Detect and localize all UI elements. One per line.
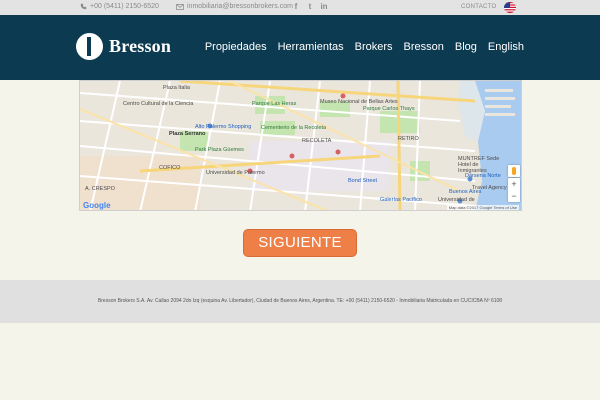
map-label: RETIRO	[398, 136, 419, 142]
map-label: Centro Cultural de la Ciencia	[123, 101, 194, 107]
nav-english[interactable]: English	[488, 41, 524, 53]
zoom-out-button[interactable]: −	[508, 190, 520, 202]
map-label: Plaza Italia	[163, 85, 190, 91]
nav-brokers[interactable]: Brokers	[355, 41, 393, 53]
map-label: Museo Nacional de Bellas Artes	[320, 99, 398, 105]
twitter-icon[interactable]: t	[306, 2, 314, 11]
nav-propiedades[interactable]: Propiedades	[205, 41, 267, 53]
site-footer: Bresson Brokers S.A. Av. Callao 2094 2do…	[0, 280, 600, 323]
map-label: Parque Carlos Thays	[363, 106, 415, 112]
zoom-controls: + −	[508, 178, 520, 202]
footer-address: Bresson Brokers S.A. Av. Callao 2094 2do…	[97, 298, 503, 304]
google-logo[interactable]: Google	[83, 201, 111, 210]
social-links: f t in	[292, 2, 328, 11]
street-view-pegman-icon[interactable]	[508, 165, 520, 177]
site-header: Bresson Propiedades Herramientas Brokers…	[0, 15, 600, 80]
map-label: Buenos Aires	[449, 189, 482, 195]
contact-link[interactable]: CONTACTO	[461, 4, 497, 10]
facebook-icon[interactable]: f	[292, 2, 300, 11]
phone-icon	[80, 3, 87, 10]
top-bar: +00 (5411) 2150-6520 inmobiliaria@bresso…	[0, 0, 600, 15]
map-label: A. CRESPO	[85, 186, 115, 192]
map-label: COFICO	[159, 165, 181, 171]
map-label: Parque Las Heras	[252, 101, 297, 107]
map-label: MUNTREF Sede Hotel de Inmigrantes	[458, 156, 500, 174]
brand-logo[interactable]: Bresson	[76, 33, 171, 60]
mail-icon	[176, 3, 184, 10]
map-label: Park Plaza Güemes	[195, 147, 244, 153]
nav-herramientas[interactable]: Herramientas	[278, 41, 344, 53]
phone-contact[interactable]: +00 (5411) 2150-6520	[80, 3, 159, 10]
email-address: inmobiliaria@bressonbrokers.com	[187, 3, 293, 10]
brand-name: Bresson	[109, 36, 172, 56]
map-label: Alto Palermo Shopping	[195, 124, 252, 130]
map-attribution[interactable]: Map data ©2017 Google Terms of Use	[446, 205, 519, 210]
nav-bresson[interactable]: Bresson	[404, 41, 444, 53]
map-label: Galerías Pacífico	[380, 197, 422, 203]
main-nav: Propiedades Herramientas Brokers Bresson…	[205, 41, 524, 53]
phone-number: +00 (5411) 2150-6520	[90, 3, 159, 10]
map-label: Cementerio de la Recoleta	[261, 125, 327, 131]
logo-icon	[76, 33, 103, 60]
map-label: Universidad de Palermo	[206, 170, 265, 176]
map-label: Dársena Norte	[465, 173, 501, 179]
linkedin-icon[interactable]: in	[320, 2, 328, 11]
email-contact[interactable]: inmobiliaria@bressonbrokers.com	[176, 3, 293, 10]
map-label: Bond Street	[348, 178, 378, 184]
map-label: Plaza Serrano	[169, 131, 206, 137]
zoom-in-button[interactable]: +	[508, 178, 520, 190]
us-flag-icon[interactable]	[504, 2, 516, 13]
location-map[interactable]: Plaza Italia Centro Cultural de la Cienc…	[79, 80, 522, 211]
nav-blog[interactable]: Blog	[455, 41, 477, 53]
map-label: Universidad de	[438, 197, 475, 203]
map-label: RECOLETA	[302, 138, 332, 144]
siguiente-button[interactable]: SIGUIENTE	[243, 229, 357, 257]
